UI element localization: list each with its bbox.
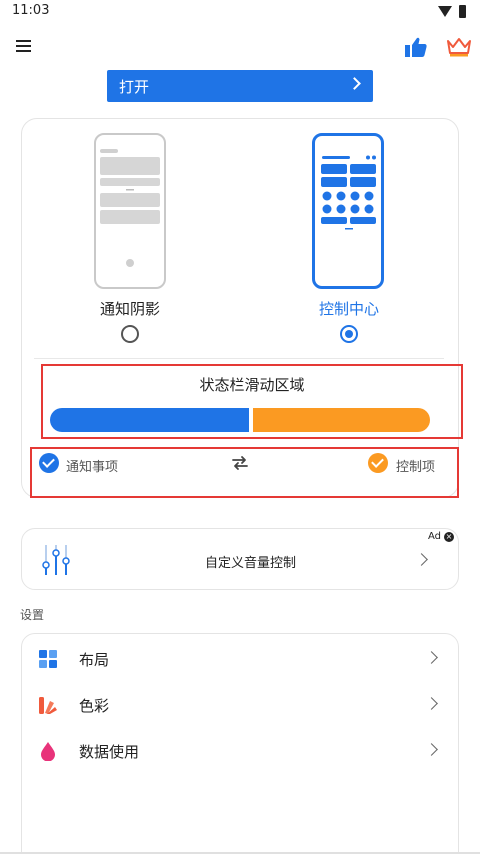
chevron-right-icon: [425, 743, 438, 756]
control-items-check-icon[interactable]: [368, 453, 388, 473]
chevron-right-icon: [348, 77, 361, 90]
control-center-label: 控制中心: [318, 300, 379, 318]
swap-icon[interactable]: [231, 455, 249, 471]
slide-zone-title: 状态栏滑动区域: [199, 376, 305, 394]
settings-row-label: 布局: [79, 651, 110, 669]
notification-zone-bar[interactable]: [50, 408, 249, 432]
wifi-icon: [438, 6, 452, 17]
settings-row-label: 色彩: [79, 697, 110, 715]
settings-row-data-usage[interactable]: 数据使用: [22, 727, 458, 773]
custom-volume-label: 自定义音量控制: [205, 556, 297, 571]
chevron-right-icon: [425, 697, 438, 710]
grid-icon: [38, 649, 58, 669]
notification-items-label: 通知事项: [66, 460, 119, 475]
chevron-right-icon: [425, 651, 438, 664]
control-center-preview[interactable]: [312, 133, 384, 289]
ad-close-icon[interactable]: ×: [444, 532, 454, 542]
settings-row-label: 数据使用: [79, 743, 140, 761]
menu-icon[interactable]: [14, 38, 34, 54]
notification-shade-label: 通知阴影: [99, 300, 160, 318]
palette-icon: [38, 695, 58, 715]
divider: [34, 358, 444, 359]
drop-icon: [38, 741, 58, 762]
thumb-up-icon[interactable]: [404, 36, 428, 58]
ad-badge: Ad: [428, 531, 442, 542]
control-center-radio[interactable]: [340, 325, 358, 343]
notification-shade-preview[interactable]: [94, 133, 166, 289]
settings-row-color[interactable]: 色彩: [22, 681, 458, 727]
battery-icon: [459, 5, 466, 18]
settings-section-title: 设置: [20, 608, 45, 622]
status-bar: 11:03: [0, 0, 480, 24]
notification-shade-radio[interactable]: [121, 325, 139, 343]
open-button[interactable]: 打开: [107, 70, 373, 102]
notification-items-check-icon[interactable]: [39, 453, 59, 473]
crown-icon[interactable]: [446, 36, 472, 58]
settings-row-layout[interactable]: 布局: [22, 635, 458, 681]
status-time: 11:03: [12, 3, 50, 18]
volume-sliders-icon: [40, 543, 72, 577]
control-items-label: 控制项: [396, 460, 436, 475]
open-button-label: 打开: [119, 77, 150, 96]
control-zone-bar[interactable]: [253, 408, 430, 432]
